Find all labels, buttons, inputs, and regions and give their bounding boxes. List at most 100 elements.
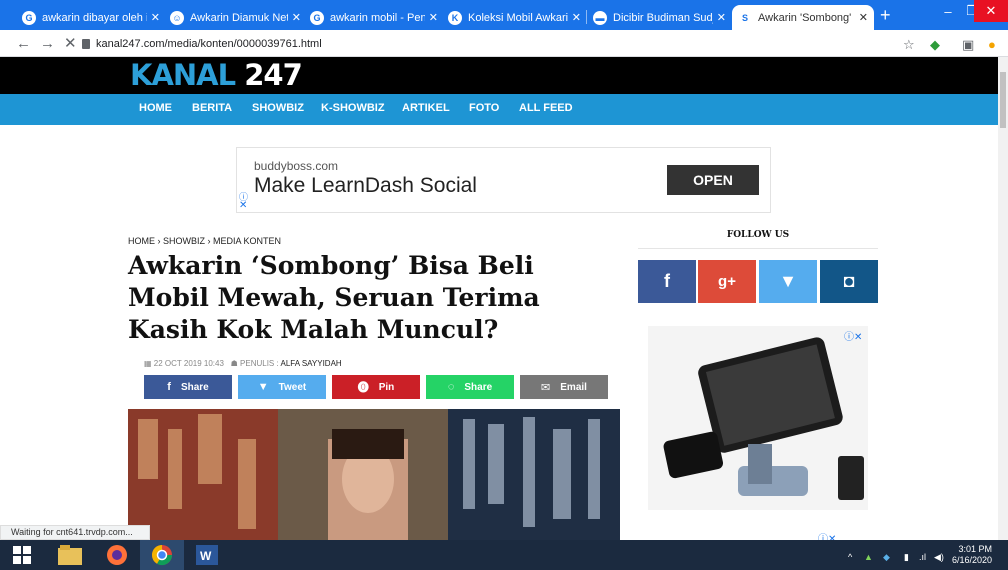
instagram-icon: ◘ <box>843 271 855 291</box>
forward-icon[interactable]: → <box>40 36 55 52</box>
close-tab-icon[interactable]: ✕ <box>151 11 160 24</box>
new-tab-button[interactable]: + <box>880 5 891 25</box>
share-label: Share <box>180 381 209 393</box>
pinterest-icon: ⓿ <box>357 382 369 394</box>
close-tab-icon[interactable]: ✕ <box>717 11 726 24</box>
breadcrumb-showbiz[interactable]: SHOWBIZ <box>163 236 205 246</box>
scrollbar[interactable] <box>998 57 1008 540</box>
clock-date: 6/16/2020 <box>952 555 993 565</box>
close-tab-icon[interactable]: ✕ <box>429 11 438 24</box>
browser-tab-active[interactable]: S Awkarin 'Sombong' Bisa ✕ <box>732 5 874 30</box>
nav-all-feed[interactable]: ALL FEED <box>519 102 573 114</box>
sidebar-ad[interactable] <box>648 326 868 510</box>
banner-ad[interactable]: buddyboss.com Make LearnDash Social OPEN… <box>236 147 771 213</box>
start-button[interactable] <box>0 540 44 570</box>
whatsapp-icon: ◌ <box>447 381 455 393</box>
tray-app-icon[interactable]: ◆ <box>883 552 890 563</box>
article-meta: ▦ 22 OCT 2019 10:43 ☗ PENULIS : ALFA SAY… <box>144 359 342 368</box>
close-window-icon[interactable]: ✕ <box>974 0 1008 22</box>
article-title: Awkarin ‘Sombong’ Bisa Beli Mobil Mewah,… <box>128 251 540 344</box>
stop-icon[interactable]: ✕ <box>64 36 77 52</box>
twitter-icon: ▼ <box>779 271 797 291</box>
nav-showbiz[interactable]: SHOWBIZ <box>252 102 304 114</box>
email-share-button[interactable]: ✉ Email <box>520 375 608 399</box>
article-hero-image <box>128 409 620 540</box>
file-explorer-icon[interactable] <box>48 540 92 570</box>
system-clock[interactable]: 3:01 PM 6/16/2020 <box>952 544 992 566</box>
nav-home[interactable]: HOME <box>139 102 172 114</box>
author-label: PENULIS : <box>240 359 279 368</box>
bookmark-star-icon[interactable]: ☆ <box>903 37 915 53</box>
ad-close-icon[interactable]: ✕ <box>239 200 247 211</box>
chrome-icon[interactable] <box>140 540 184 570</box>
battery-icon[interactable]: ▮ <box>904 552 909 563</box>
divider <box>638 248 878 249</box>
facebook-icon: f <box>167 381 171 393</box>
ad-info-icon[interactable]: ⓘ✕ <box>844 328 862 343</box>
nav-berita[interactable]: BERITA <box>192 102 232 114</box>
instagram-follow-button[interactable]: ◘ <box>820 260 878 303</box>
close-tab-icon[interactable]: ✕ <box>859 11 868 24</box>
ad-headline[interactable]: Make LearnDash Social <box>254 174 477 198</box>
tray-app-icon[interactable]: ▲ <box>864 552 873 562</box>
share-label: Tweet <box>278 381 307 393</box>
site-icon: S <box>738 10 752 25</box>
author-name[interactable]: ALFA SAYYIDAH <box>280 359 341 368</box>
twitter-icon: ▼ <box>257 381 269 393</box>
url-field[interactable]: kanal247.com/media/konten/0000039761.htm… <box>96 38 322 50</box>
facebook-follow-button[interactable]: f <box>638 260 696 303</box>
firefox-icon[interactable] <box>95 540 139 570</box>
scrollbar-thumb[interactable] <box>1000 72 1006 128</box>
browser-tab[interactable]: ▬ Dicibir Budiman Sudjatm ✕ <box>587 5 732 30</box>
ad-domain: buddyboss.com <box>254 159 339 173</box>
word-icon[interactable]: W <box>185 540 229 570</box>
close-tab-icon[interactable]: ✕ <box>572 11 581 24</box>
share-label: Pin <box>378 381 395 393</box>
follow-us-title: FOLLOW US <box>726 230 790 240</box>
site-icon: K <box>448 10 462 25</box>
google-plus-icon: g+ <box>718 273 736 290</box>
back-icon[interactable]: ← <box>16 36 31 52</box>
logo-number: 247 <box>244 58 303 92</box>
calendar-icon: ▦ <box>144 359 152 368</box>
tab-title: awkarin mobil - Penelus <box>330 11 425 24</box>
network-icon[interactable]: .ıl <box>919 552 926 562</box>
google-icon: G <box>22 10 36 25</box>
ad-open-button[interactable]: OPEN <box>667 165 759 195</box>
google-plus-follow-button[interactable]: g+ <box>698 260 756 303</box>
extension-icon[interactable]: ▣ <box>962 37 974 53</box>
tab-title: Awkarin Diamuk Netizen <box>190 11 288 24</box>
logo-word: KANAL <box>130 58 236 92</box>
status-bar: Waiting for cnt641.trvdp.com... <box>0 525 150 540</box>
breadcrumb-home[interactable]: HOME <box>128 236 155 246</box>
volume-icon[interactable]: ◀) <box>934 552 944 563</box>
nav-foto[interactable]: FOTO <box>469 102 499 114</box>
twitter-follow-button[interactable]: ▼ <box>759 260 817 303</box>
tab-title: Koleksi Mobil Awkarin, S <box>468 11 568 24</box>
tab-title: Awkarin 'Sombong' Bisa <box>758 11 855 24</box>
browser-tab[interactable]: G awkarin dibayar oleh iph ✕ <box>16 5 166 30</box>
whatsapp-share-button[interactable]: ◌ Share <box>426 375 514 399</box>
twitter-share-button[interactable]: ▼ Tweet <box>238 375 326 399</box>
close-tab-icon[interactable]: ✕ <box>292 11 301 24</box>
nav-artikel[interactable]: ARTIKEL <box>402 102 450 114</box>
extension-icon[interactable]: ◆ <box>930 37 940 53</box>
site-icon: ▬ <box>593 10 607 25</box>
nav-k-showbiz[interactable]: K-SHOWBIZ <box>321 102 385 114</box>
pinterest-share-button[interactable]: ⓿ Pin <box>332 375 420 399</box>
share-label: Share <box>464 381 493 393</box>
breadcrumb-media-konten[interactable]: MEDIA KONTEN <box>213 236 281 246</box>
tray-chevron-icon[interactable]: ^ <box>848 552 852 562</box>
browser-tab[interactable]: ☺ Awkarin Diamuk Netizen ✕ <box>164 5 307 30</box>
article-date: 22 OCT 2019 10:43 <box>153 359 224 368</box>
browser-tab[interactable]: G awkarin mobil - Penelus ✕ <box>304 5 444 30</box>
site-icon: ☺ <box>170 10 184 25</box>
lock-icon[interactable] <box>82 39 90 49</box>
clock-time: 3:01 PM <box>958 544 993 554</box>
tab-title: Dicibir Budiman Sudjatm <box>613 11 713 24</box>
browser-tab[interactable]: K Koleksi Mobil Awkarin, S ✕ <box>442 5 587 30</box>
google-icon: G <box>310 10 324 25</box>
facebook-share-button[interactable]: f Share <box>144 375 232 399</box>
site-logo[interactable]: KANAL 247 <box>130 57 303 94</box>
account-icon[interactable]: ● <box>988 37 996 52</box>
